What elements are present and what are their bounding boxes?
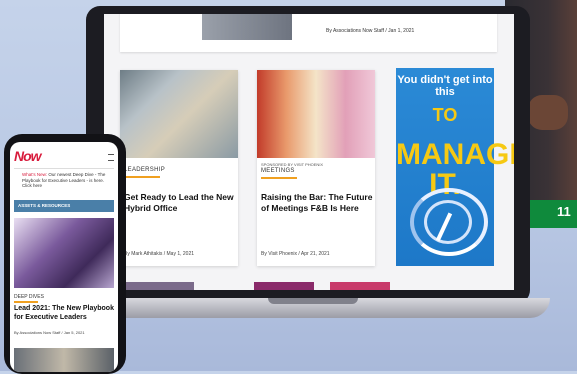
laptop-screen: By Associations Now Staff / Jan 1, 2021 … [104,14,514,290]
category-underline [124,176,160,178]
next-article-image[interactable] [14,348,114,372]
next-row-image [254,282,314,290]
featured-title[interactable]: Lead 2021: The New Playbook for Executiv… [14,305,114,322]
announcement-text[interactable]: What's New: Our newest Deep Dive - The P… [22,172,112,189]
resources-banner[interactable]: ASSETS & RESOURCES [14,200,114,212]
phone-screen: Now What's New: Our newest Deep Dive - T… [10,142,118,372]
next-row-image [124,282,194,290]
laptop-hinge-notch [268,298,358,304]
article-title[interactable]: Raising the Bar: The Future of Meetings … [261,192,373,214]
next-row-image [330,282,390,290]
article-card-meetings[interactable]: SPONSORED BY VISIT PHOENIX MEETINGS Rais… [257,70,375,266]
announcement-label: What's New: [22,172,48,177]
ad-headline: You didn't get into this [397,74,493,98]
header-divider [14,168,114,169]
article-card-leadership[interactable]: LEADERSHIP Get Ready to Lead the New Hyb… [120,70,238,266]
article-category[interactable]: MEETINGS [261,168,295,174]
featured-category[interactable]: DEEP DIVES [14,294,44,300]
article-meta: By Mark Athitakis / May 1, 2021 [124,251,195,257]
site-logo[interactable]: Now [14,148,42,164]
featured-article-image[interactable] [14,218,114,288]
category-underline [261,177,297,179]
ad-emphasis-to: TO [432,105,458,125]
background-hands [528,95,568,130]
featured-meta: By Associations Now Staff / Jan 5, 2021 [14,330,85,335]
resources-banner-label: ASSETS & RESOURCES [18,203,71,208]
article-category[interactable]: LEADERSHIP [124,167,165,173]
article-meta: By Visit Phoenix / Apr 21, 2021 [261,251,330,257]
article-title[interactable]: Get Ready to Lead the New Hybrid Office [124,192,236,214]
green-sign-number: 11 [557,204,571,219]
article-image-office [120,70,238,158]
category-underline [14,301,38,303]
hamburger-menu-icon[interactable] [108,154,114,161]
top-article-meta: By Associations Now Staff / Jan 1, 2021 [326,28,415,34]
top-article-image [202,14,292,40]
top-article-card[interactable]: By Associations Now Staff / Jan 1, 2021 [120,14,497,52]
advertisement-banner[interactable]: You didn't get into this TO MANAGE IT. [396,68,514,266]
sponsored-label: SPONSORED BY VISIT PHOENIX [261,162,324,167]
article-image-drinks [257,70,375,158]
